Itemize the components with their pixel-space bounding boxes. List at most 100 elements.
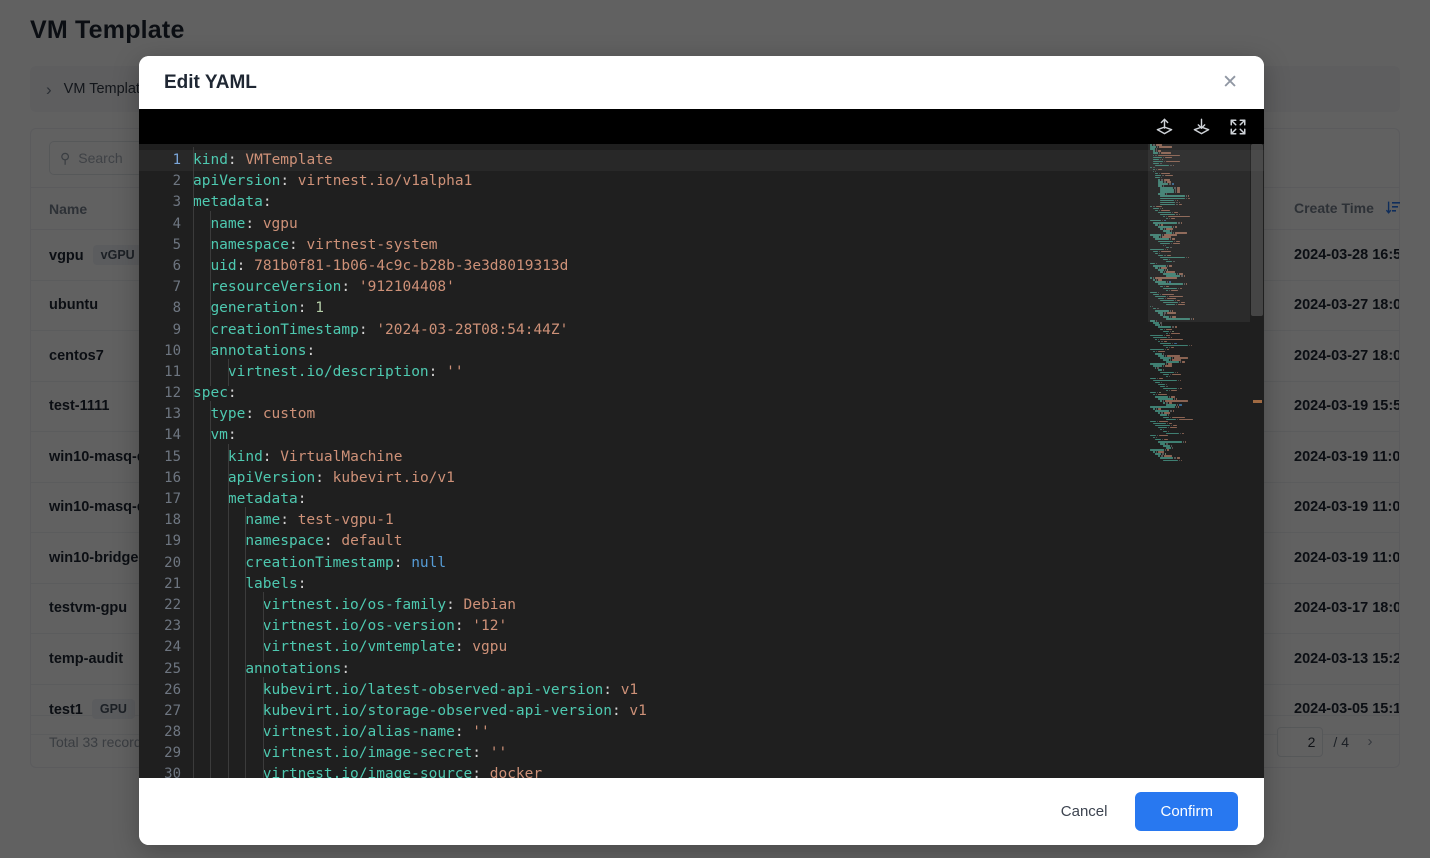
indent-guide xyxy=(228,761,229,778)
code-text: virtnest.io/alias-name: '' xyxy=(193,722,1264,743)
code-line: 7resourceVersion: '912104408' xyxy=(139,277,1264,298)
yaml-editor: 1kind: VMTemplate2apiVersion: virtnest.i… xyxy=(139,109,1264,778)
code-line: 20creationTimestamp: null xyxy=(139,553,1264,574)
line-number: 19 xyxy=(139,531,193,552)
line-number: 14 xyxy=(139,425,193,446)
code-text: virtnest.io/vmtemplate: vgpu xyxy=(193,637,1264,658)
line-number: 30 xyxy=(139,764,193,778)
editor-toolbar xyxy=(139,109,1264,144)
code-text: virtnest.io/os-family: Debian xyxy=(193,595,1264,616)
code-line: 25annotations: xyxy=(139,659,1264,680)
code-text: kind: VirtualMachine xyxy=(193,447,1264,468)
code-line: 17metadata: xyxy=(139,489,1264,510)
line-number: 8 xyxy=(139,298,193,319)
code-content[interactable]: 1kind: VMTemplate2apiVersion: virtnest.i… xyxy=(139,144,1264,778)
code-text: virtnest.io/os-version: '12' xyxy=(193,616,1264,637)
indent-guide xyxy=(263,761,264,778)
close-icon[interactable]: ✕ xyxy=(1222,73,1238,92)
code-line: 15kind: VirtualMachine xyxy=(139,447,1264,468)
code-line: 30virtnest.io/image-source: docker xyxy=(139,764,1264,778)
dialog-title: Edit YAML xyxy=(164,72,257,94)
code-text: kubevirt.io/storage-observed-api-version… xyxy=(193,701,1264,722)
code-line: 19namespace: default xyxy=(139,531,1264,552)
code-text: apiVersion: kubevirt.io/v1 xyxy=(193,468,1264,489)
line-number: 24 xyxy=(139,637,193,658)
code-line: 5namespace: virtnest-system xyxy=(139,235,1264,256)
code-line: 1kind: VMTemplate xyxy=(139,150,1264,171)
code-text: name: test-vgpu-1 xyxy=(193,510,1264,531)
code-line: 22virtnest.io/os-family: Debian xyxy=(139,595,1264,616)
indent-guide xyxy=(228,359,229,386)
upload-icon[interactable] xyxy=(1155,117,1174,136)
confirm-button[interactable]: Confirm xyxy=(1135,792,1238,831)
line-number: 5 xyxy=(139,235,193,256)
line-number: 13 xyxy=(139,404,193,425)
code-text: kind: VMTemplate xyxy=(193,150,1264,171)
code-lines: 1kind: VMTemplate2apiVersion: virtnest.i… xyxy=(139,144,1264,778)
code-text: namespace: default xyxy=(193,531,1264,552)
fullscreen-icon[interactable] xyxy=(1229,118,1247,136)
line-number: 20 xyxy=(139,553,193,574)
editor-scrollbar[interactable] xyxy=(1250,144,1264,778)
line-number: 25 xyxy=(139,659,193,680)
code-line: 16apiVersion: kubevirt.io/v1 xyxy=(139,468,1264,489)
line-number: 22 xyxy=(139,595,193,616)
dialog-header: Edit YAML ✕ xyxy=(139,56,1264,109)
line-number: 21 xyxy=(139,574,193,595)
code-text: virtnest.io/description: '' xyxy=(193,362,1264,383)
scrollbar-thumb[interactable] xyxy=(1251,144,1263,316)
code-text: vm: xyxy=(193,425,1264,446)
code-text: apiVersion: virtnest.io/v1alpha1 xyxy=(193,171,1264,192)
indent-guide xyxy=(245,761,246,778)
code-text: annotations: xyxy=(193,659,1264,680)
code-text: annotations: xyxy=(193,341,1264,362)
code-line: 23virtnest.io/os-version: '12' xyxy=(139,616,1264,637)
code-text: virtnest.io/image-source: docker xyxy=(193,764,1264,778)
line-number: 7 xyxy=(139,277,193,298)
line-number: 15 xyxy=(139,447,193,468)
code-text: spec: xyxy=(193,383,1264,404)
line-number: 29 xyxy=(139,743,193,764)
line-number: 3 xyxy=(139,192,193,213)
code-line: 9creationTimestamp: '2024-03-28T08:54:44… xyxy=(139,320,1264,341)
line-number: 27 xyxy=(139,701,193,722)
dialog-footer: Cancel Confirm xyxy=(139,778,1264,845)
indent-guide xyxy=(193,761,194,778)
line-number: 17 xyxy=(139,489,193,510)
code-line: 29virtnest.io/image-secret: '' xyxy=(139,743,1264,764)
code-line: 24virtnest.io/vmtemplate: vgpu xyxy=(139,637,1264,658)
line-number: 9 xyxy=(139,320,193,341)
line-number: 23 xyxy=(139,616,193,637)
code-text: metadata: xyxy=(193,489,1264,510)
line-number: 12 xyxy=(139,383,193,404)
code-text: labels: xyxy=(193,574,1264,595)
code-text: generation: 1 xyxy=(193,298,1264,319)
code-text: type: custom xyxy=(193,404,1264,425)
code-line: 3metadata: xyxy=(139,192,1264,213)
cancel-button[interactable]: Cancel xyxy=(1051,795,1118,828)
code-text: namespace: virtnest-system xyxy=(193,235,1264,256)
indent-guide xyxy=(263,634,264,661)
download-icon[interactable] xyxy=(1192,117,1211,136)
indent-guide xyxy=(210,359,211,386)
code-line: 2apiVersion: virtnest.io/v1alpha1 xyxy=(139,171,1264,192)
code-line: 27kubevirt.io/storage-observed-api-versi… xyxy=(139,701,1264,722)
line-number: 4 xyxy=(139,214,193,235)
code-text: creationTimestamp: '2024-03-28T08:54:44Z… xyxy=(193,320,1264,341)
code-line: 4name: vgpu xyxy=(139,214,1264,235)
indent-guide xyxy=(210,761,211,778)
code-line: 18name: test-vgpu-1 xyxy=(139,510,1264,531)
code-line: 12spec: xyxy=(139,383,1264,404)
line-number: 18 xyxy=(139,510,193,531)
code-line: 28virtnest.io/alias-name: '' xyxy=(139,722,1264,743)
code-line: 11virtnest.io/description: '' xyxy=(139,362,1264,383)
edit-yaml-dialog: Edit YAML ✕ xyxy=(139,56,1264,845)
code-text: name: vgpu xyxy=(193,214,1264,235)
line-number: 28 xyxy=(139,722,193,743)
code-line: 26kubevirt.io/latest-observed-api-versio… xyxy=(139,680,1264,701)
code-line: 8generation: 1 xyxy=(139,298,1264,319)
code-text: kubevirt.io/latest-observed-api-version:… xyxy=(193,680,1264,701)
code-text: creationTimestamp: null xyxy=(193,553,1264,574)
code-text: resourceVersion: '912104408' xyxy=(193,277,1264,298)
line-number: 16 xyxy=(139,468,193,489)
